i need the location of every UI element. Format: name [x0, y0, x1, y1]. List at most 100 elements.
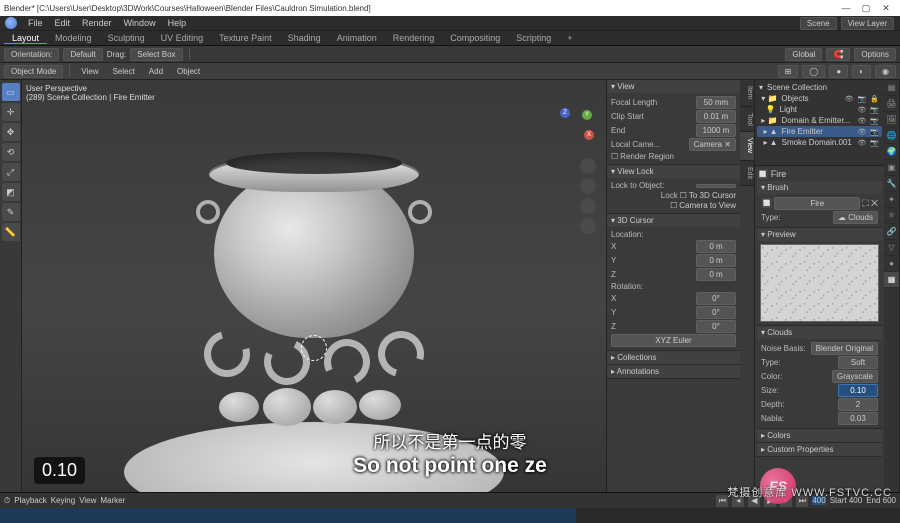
clouds-panel[interactable]: ▾ Clouds [757, 326, 882, 339]
cursor-x-field[interactable]: 0 m [696, 240, 736, 253]
brush-name-field[interactable]: Fire [774, 197, 860, 210]
tab-animation[interactable]: Animation [329, 33, 385, 43]
clip-start-field[interactable]: 0.01 m [696, 110, 736, 123]
vp-menu-add[interactable]: Add [144, 67, 168, 76]
panel-view-header[interactable]: ▾ View [607, 80, 740, 93]
pan-icon[interactable] [580, 178, 596, 194]
ptab-constraints[interactable]: 🔗 [884, 224, 899, 240]
tool-measure[interactable]: 📏 [2, 223, 20, 241]
cursor-ry-field[interactable]: 0° [696, 306, 736, 319]
vp-menu-select[interactable]: Select [108, 67, 140, 76]
tool-transform[interactable]: ◩ [2, 183, 20, 201]
ptab-texture[interactable]: ▦ [884, 272, 899, 288]
ptab-object[interactable]: ▣ [884, 160, 899, 176]
tool-move[interactable]: ✥ [2, 123, 20, 141]
overlays-icon[interactable]: ⊞ [778, 65, 799, 78]
cursor-z-field[interactable]: 0 m [696, 268, 736, 281]
size-field[interactable]: 0.10 [838, 384, 878, 397]
clip-end-field[interactable]: 1000 m [696, 124, 736, 137]
cursor-y-field[interactable]: 0 m [696, 254, 736, 267]
shading-matprev-icon[interactable]: ◐ [852, 65, 871, 78]
options-dropdown[interactable]: Options [854, 48, 896, 61]
persp-icon[interactable] [580, 218, 596, 234]
preview-panel[interactable]: ▾ Preview [757, 228, 882, 241]
tool-rotate[interactable]: ⟲ [2, 143, 20, 161]
nabla-field[interactable]: 0.03 [838, 412, 878, 425]
noise-type-dropdown[interactable]: Soft [838, 356, 878, 369]
vp-menu-object[interactable]: Object [172, 67, 205, 76]
colors-panel[interactable]: ▸ Colors [757, 429, 882, 442]
render-region-check[interactable]: ☐ [611, 152, 618, 161]
tl-menu-playback[interactable]: Playback [14, 496, 46, 505]
ptab-world[interactable]: 🌍 [884, 144, 899, 160]
nav-gizmo[interactable]: X Y Z [552, 104, 598, 150]
tex-type-dropdown[interactable]: ☁ Clouds [833, 211, 878, 224]
customprops-panel[interactable]: ▸ Custom Properties [757, 443, 882, 456]
close-icon[interactable]: ✕ [876, 3, 896, 14]
panel-collections-header[interactable]: ▸ Collections [607, 351, 740, 364]
tab-shading[interactable]: Shading [280, 33, 329, 43]
ptab-modifiers[interactable]: 🔧 [884, 176, 899, 192]
ntab-edit[interactable]: Edit [740, 161, 754, 186]
panel-annotations-header[interactable]: ▸ Annotations [607, 365, 740, 378]
shading-rendered-icon[interactable]: ◉ [875, 65, 896, 78]
depth-field[interactable]: 2 [838, 398, 878, 411]
zoom-icon[interactable] [580, 158, 596, 174]
outliner[interactable]: ▾Scene Collection ▾ 📁Objects👁 📷 🔒 💡Light… [755, 80, 884, 166]
axis-y-icon[interactable]: Y [582, 110, 592, 120]
cursor-rx-field[interactable]: 0° [696, 292, 736, 305]
brush-panel[interactable]: ▾ Brush [757, 181, 882, 194]
ntab-item[interactable]: Item [740, 80, 754, 107]
focal-length-field[interactable]: 50 mm [696, 96, 736, 109]
scene-selector[interactable]: Scene [800, 17, 837, 30]
tab-scripting[interactable]: Scripting [508, 33, 559, 43]
ptab-output[interactable]: 🖨 [884, 96, 899, 112]
tab-uvediting[interactable]: UV Editing [153, 33, 212, 43]
ntab-view[interactable]: View [740, 132, 754, 160]
vp-menu-view[interactable]: View [76, 67, 103, 76]
tool-annotate[interactable]: ✎ [2, 203, 20, 221]
menu-window[interactable]: Window [118, 18, 162, 28]
menu-edit[interactable]: Edit [49, 18, 77, 28]
snap-icon[interactable]: 🧲 [826, 48, 850, 61]
tab-rendering[interactable]: Rendering [385, 33, 443, 43]
camera-icon[interactable] [580, 198, 596, 214]
ptab-scene[interactable]: 🌐 [884, 128, 899, 144]
ptab-viewlayer[interactable]: 🖼 [884, 112, 899, 128]
lock-3dcursor-check[interactable]: ☐ [680, 191, 687, 200]
tab-layout[interactable]: Layout [4, 33, 47, 44]
noise-basis-dropdown[interactable]: Blender Original [811, 342, 878, 355]
shading-solid-icon[interactable]: ● [829, 65, 848, 78]
timeline-track[interactable] [0, 508, 900, 523]
ptab-material[interactable]: ● [884, 256, 899, 272]
orientation-dropdown[interactable]: Orientation: [4, 48, 59, 61]
ptab-particles[interactable]: ✦ [884, 192, 899, 208]
tl-menu-keying[interactable]: Keying [51, 496, 75, 505]
panel-viewlock-header[interactable]: ▾ View Lock [607, 165, 740, 178]
selectbox-dropdown[interactable]: Select Box [130, 48, 182, 61]
axis-z-icon[interactable]: Z [560, 108, 570, 118]
tab-modeling[interactable]: Modeling [47, 33, 100, 43]
lock-object-field[interactable] [696, 184, 736, 188]
rotation-mode-dropdown[interactable]: XYZ Euler [611, 334, 736, 347]
menu-file[interactable]: File [22, 18, 49, 28]
axis-x-icon[interactable]: X [584, 130, 594, 140]
transform-default[interactable]: Default [63, 48, 102, 61]
ptab-mesh[interactable]: ▽ [884, 240, 899, 256]
tab-sculpting[interactable]: Sculpting [100, 33, 153, 43]
shading-wire-icon[interactable]: ◯ [802, 65, 825, 78]
tab-compositing[interactable]: Compositing [442, 33, 508, 43]
tool-cursor[interactable]: ✛ [2, 103, 20, 121]
tl-menu-view[interactable]: View [79, 496, 96, 505]
tl-menu-marker[interactable]: Marker [100, 496, 125, 505]
panel-3dcursor-header[interactable]: ▾ 3D Cursor [607, 214, 740, 227]
cursor-rz-field[interactable]: 0° [696, 320, 736, 333]
local-camera-field[interactable]: Camera ✕ [689, 138, 736, 151]
menu-render[interactable]: Render [76, 18, 118, 28]
viewlayer-selector[interactable]: View Layer [841, 17, 894, 30]
tab-add[interactable]: + [559, 33, 580, 43]
global-dropdown[interactable]: Global [785, 48, 822, 61]
maximize-icon[interactable]: ▢ [856, 3, 876, 14]
mode-dropdown[interactable]: Object Mode [4, 65, 63, 78]
tool-scale[interactable]: ⤢ [2, 163, 20, 181]
